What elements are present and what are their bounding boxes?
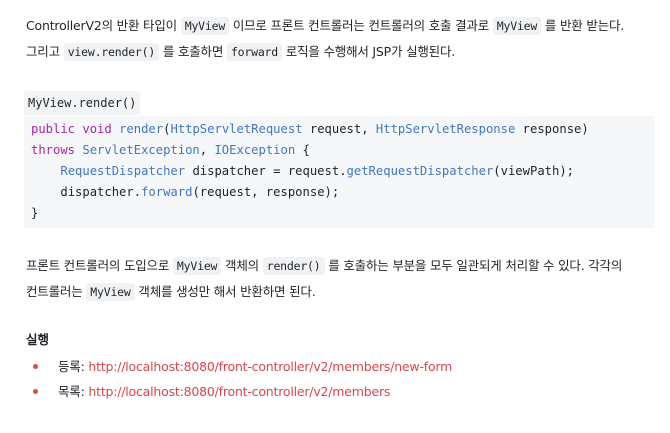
inline-code-view-render: view.render() (63, 43, 160, 61)
new-form-link[interactable]: http://localhost:8080/front-controller/v… (88, 359, 452, 374)
text: 를 반환 받는다. (541, 18, 625, 33)
members-link[interactable]: http://localhost:8080/front-controller/v… (88, 384, 390, 399)
text: ControllerV2의 반환 타입이 (26, 18, 181, 33)
list-item-label: 목록: (58, 384, 89, 399)
code-line: throws ServletException, IOException { (31, 143, 310, 157)
code-line: } (31, 206, 39, 220)
code-line: public void render(HttpServletRequest re… (31, 122, 589, 136)
inline-code-myview: MyView (492, 17, 542, 35)
list-item: 등록: http://localhost:8080/front-controll… (26, 354, 452, 379)
intro-paragraph: ControllerV2의 반환 타입이 MyView 이므로 프론트 컨트롤러… (26, 13, 656, 65)
text: 객체의 (221, 258, 263, 273)
inline-code-forward: forward (226, 43, 283, 61)
code-line: dispatcher.forward(request, response); (60, 185, 340, 199)
list-item-label: 등록: (58, 359, 89, 374)
text: 를 호출하는 부분을 모두 일관되게 처리할 수 있다. 각각의 (324, 258, 623, 273)
inline-code-myview: MyView (180, 17, 230, 35)
inline-code-myview: MyView (172, 257, 222, 275)
document-page: ControllerV2의 반환 타입이 MyView 이므로 프론트 컨트롤러… (0, 0, 670, 433)
text: 프론트 컨트롤러의 도입으로 (26, 258, 173, 273)
code-line: RequestDispatcher dispatcher = request.g… (60, 164, 575, 178)
section-heading-run: 실행 (26, 332, 50, 347)
text: 컨트롤러는 (26, 284, 87, 299)
text: 이므로 프론트 컨트롤러는 컨트롤러의 호출 결과로 (229, 18, 493, 33)
run-links-list: 등록: http://localhost:8080/front-controll… (26, 354, 452, 404)
text: 를 호출하면 (159, 44, 227, 59)
inline-code-myview: MyView (86, 283, 135, 301)
code-block-title: MyView.render() (24, 91, 141, 115)
bullet-icon (33, 389, 38, 394)
bullet-icon (33, 364, 38, 369)
text: 그리고 (26, 44, 64, 59)
code-block[interactable]: public void render(HttpServletRequest re… (24, 116, 655, 228)
text: 로직을 수행해서 JSP가 실행된다. (282, 44, 456, 59)
text: 객체를 생성만 해서 반환하면 된다. (134, 284, 316, 299)
list-item: 목록: http://localhost:8080/front-controll… (26, 379, 452, 404)
inline-code-render: render() (262, 257, 325, 275)
summary-paragraph: 프론트 컨트롤러의 도입으로 MyView 객체의 render() 를 호출하… (26, 253, 656, 305)
